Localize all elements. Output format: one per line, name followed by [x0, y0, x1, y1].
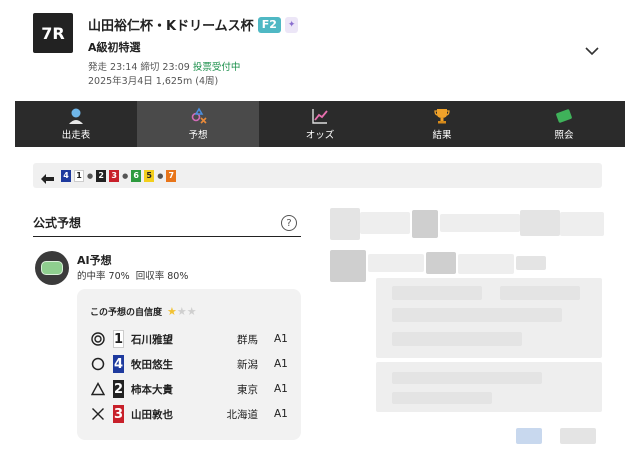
racer-prefecture: 北海道 [226, 408, 259, 421]
racer-class: A1 [274, 358, 288, 370]
racer-name: 山田敦也 [131, 408, 173, 421]
race-title: 山田裕仁杯・Kドリームス杯 F2 ✦ [88, 15, 299, 34]
racer-class: A1 [274, 333, 288, 345]
racer-name: 石川雅望 [131, 333, 173, 346]
double-circle-mark-icon [91, 332, 105, 346]
racer-icon [66, 107, 86, 125]
pick-row: 4 牧田悠生 新潟 A1 [91, 354, 291, 374]
tab-label: 予想 [188, 130, 208, 141]
tab-inquiry[interactable]: 照会 [503, 101, 625, 147]
return-rate-label: 回収率 [135, 271, 165, 282]
bike-number: 4 [113, 355, 124, 373]
return-rate-value: 80% [167, 271, 189, 282]
bike-number-chip: 7 [166, 169, 177, 182]
tab-label: 照会 [554, 130, 574, 141]
divider [33, 236, 301, 237]
tab-label: オッズ [305, 130, 335, 141]
bike-number: 3 [113, 405, 124, 423]
race-times: 発走 23:14 締切 23:09 投票受付中 [88, 59, 240, 73]
grade-badge: F2 [257, 16, 281, 33]
forecast-icon [188, 107, 208, 125]
triangle-mark-icon [91, 382, 105, 396]
racer-prefecture: 東京 [237, 383, 258, 396]
bike-number-chip: 5 [144, 169, 155, 182]
race-times-text: 発走 23:14 締切 23:09 [88, 62, 190, 73]
race-date-distance: 2025年3月4日 1,625m (4周) [88, 76, 219, 87]
section-title: 公式予想 [33, 216, 82, 230]
pick-row: 3 山田敦也 北海道 A1 [91, 404, 291, 424]
hit-rate-value: 70% [108, 271, 130, 282]
bike-number: 2 [113, 380, 124, 398]
ai-avatar [35, 251, 69, 285]
bike-number: 1 [113, 330, 124, 348]
tab-forecast[interactable]: 予想 [137, 101, 259, 147]
racer-class: A1 [274, 383, 288, 395]
star-icon: ★ [186, 305, 197, 318]
confidence-stars: ★★★ [167, 305, 197, 318]
tab-entries[interactable]: 出走表 [15, 101, 137, 147]
ai-forecaster-name: AI予想 [77, 254, 112, 267]
ai-stats: 的中率 70% 回収率 80% [77, 268, 188, 282]
star-icon: ★ [167, 305, 177, 318]
race-number-badge: 7R [33, 13, 73, 53]
star-icon: ★ [176, 305, 187, 318]
race-tab-bar: 出走表 予想 オッズ 結果 照会 [15, 101, 625, 147]
cross-mark-icon [91, 407, 105, 421]
help-icon[interactable]: ? [281, 215, 297, 231]
racer-prefecture: 群馬 [237, 333, 258, 346]
tab-label: 出走表 [61, 130, 91, 141]
arrow-left-icon[interactable] [40, 170, 54, 184]
race-title-text: 山田裕仁杯・Kドリームス杯 [88, 19, 254, 34]
hit-rate-label: 的中率 [77, 271, 106, 282]
racer-name: 牧田悠生 [131, 358, 173, 371]
tab-label: 結果 [432, 130, 452, 141]
tab-results[interactable]: 結果 [381, 101, 503, 147]
chart-icon [310, 107, 330, 125]
forecast-card: この予想の自信度 ★★★ 1 石川雅望 群馬 A1 4 牧田悠生 新潟 A1 2… [77, 289, 301, 440]
chevron-down-icon[interactable] [582, 43, 602, 59]
ticket-icon [554, 107, 574, 125]
betting-status: 投票受付中 [192, 62, 241, 73]
previous-result-strip[interactable]: 4 1 ● 2 3 ● 6 5 ● 7 [33, 163, 602, 188]
racer-name: 柿本大貴 [131, 383, 173, 396]
bike-number-chip: 2 [96, 169, 107, 182]
confidence-row: この予想の自信度 ★★★ [90, 305, 197, 318]
bike-number-chip: 3 [109, 169, 120, 182]
pick-row: 1 石川雅望 群馬 A1 [91, 329, 291, 349]
circle-mark-icon [91, 357, 105, 371]
trophy-icon [432, 107, 452, 125]
confidence-label: この予想の自信度 [90, 308, 163, 318]
separator-dot: ● [122, 171, 129, 180]
bike-number-chip: 1 [74, 169, 84, 182]
separator-dot: ● [87, 171, 94, 180]
racer-prefecture: 新潟 [237, 358, 258, 371]
pick-row: 2 柿本大貴 東京 A1 [91, 379, 291, 399]
racer-class: A1 [274, 408, 288, 420]
race-class: A級初特選 [88, 41, 141, 54]
separator-dot: ● [157, 171, 164, 180]
bike-number-chip: 6 [131, 169, 142, 182]
bike-number-chip: 4 [61, 169, 71, 182]
tab-odds[interactable]: オッズ [259, 101, 381, 147]
sparkle-icon: ✦ [284, 16, 299, 33]
